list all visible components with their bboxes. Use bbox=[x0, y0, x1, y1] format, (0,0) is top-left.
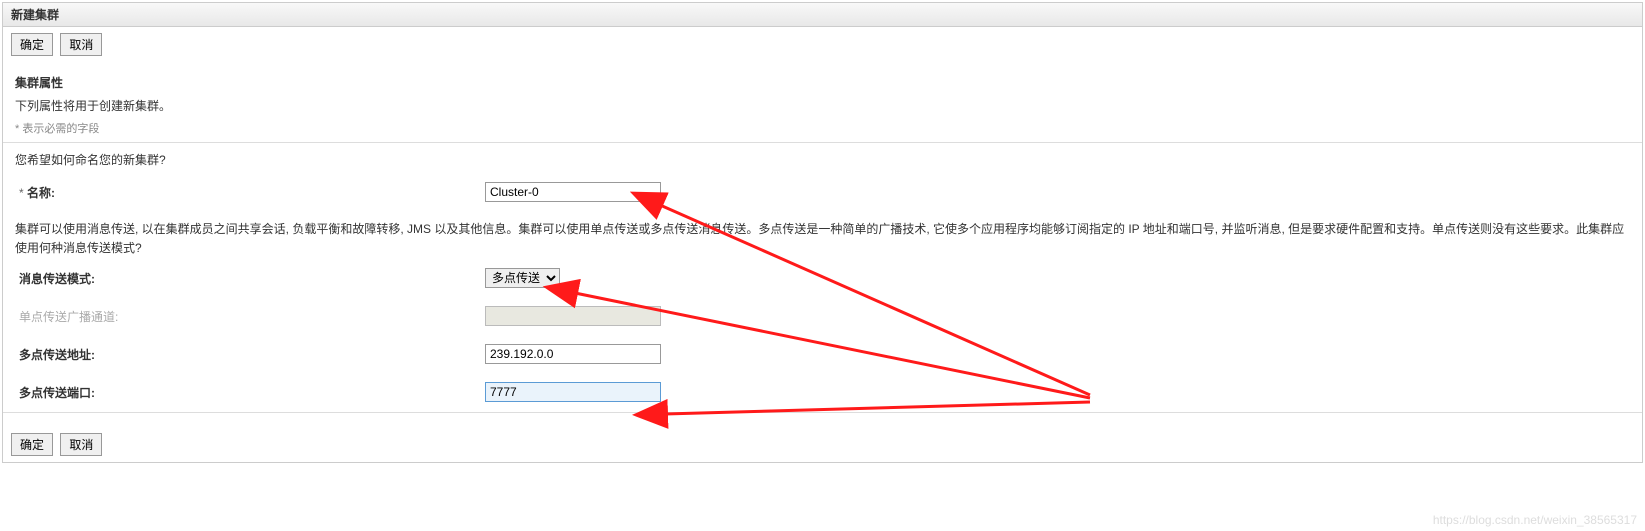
create-cluster-panel: 新建集群 确定 取消 集群属性 下列属性将用于创建新集群。 * 表示必需的字段 … bbox=[2, 2, 1643, 463]
mode-row: 消息传送模式: 单点传送 多点传送 bbox=[15, 268, 1630, 288]
ok-button-top[interactable]: 确定 bbox=[11, 33, 53, 56]
multicast-address-row: 多点传送地址: bbox=[15, 344, 1630, 364]
section-title: 集群属性 bbox=[15, 74, 1630, 91]
section-desc: 下列属性将用于创建新集群。 bbox=[15, 97, 1630, 114]
mode-select[interactable]: 单点传送 多点传送 bbox=[485, 268, 560, 288]
multicast-port-input[interactable] bbox=[485, 382, 661, 402]
ok-button-bottom[interactable]: 确定 bbox=[11, 433, 53, 456]
top-button-row: 确定 取消 bbox=[3, 27, 1642, 62]
name-label: * 名称: bbox=[15, 184, 485, 201]
required-star: * bbox=[19, 186, 24, 200]
bottom-button-row: 确定 取消 bbox=[3, 427, 1642, 462]
name-input[interactable] bbox=[485, 182, 661, 202]
mode-label: 消息传送模式: bbox=[15, 270, 485, 287]
required-hint: * 表示必需的字段 bbox=[15, 120, 1630, 136]
cancel-button-top[interactable]: 取消 bbox=[60, 33, 102, 56]
cancel-button-bottom[interactable]: 取消 bbox=[60, 433, 102, 456]
unicast-input bbox=[485, 306, 661, 326]
panel-title: 新建集群 bbox=[3, 3, 1642, 27]
unicast-row: 单点传送广播通道: bbox=[15, 306, 1630, 326]
form-section: 集群属性 下列属性将用于创建新集群。 * 表示必需的字段 您希望如何命名您的新集… bbox=[3, 62, 1642, 427]
multicast-port-label: 多点传送端口: bbox=[15, 384, 485, 401]
divider bbox=[3, 412, 1642, 413]
mode-question: 集群可以使用消息传送, 以在集群成员之间共享会话, 负载平衡和故障转移, JMS… bbox=[15, 220, 1630, 258]
multicast-address-input[interactable] bbox=[485, 344, 661, 364]
name-label-text: 名称: bbox=[27, 186, 55, 200]
watermark: https://blog.csdn.net/weixin_38565317 bbox=[1433, 513, 1637, 527]
name-question: 您希望如何命名您的新集群? bbox=[15, 151, 1630, 168]
multicast-port-row: 多点传送端口: bbox=[15, 382, 1630, 402]
unicast-label: 单点传送广播通道: bbox=[15, 308, 485, 325]
multicast-address-label: 多点传送地址: bbox=[15, 346, 485, 363]
name-row: * 名称: bbox=[15, 182, 1630, 202]
divider bbox=[3, 142, 1642, 143]
